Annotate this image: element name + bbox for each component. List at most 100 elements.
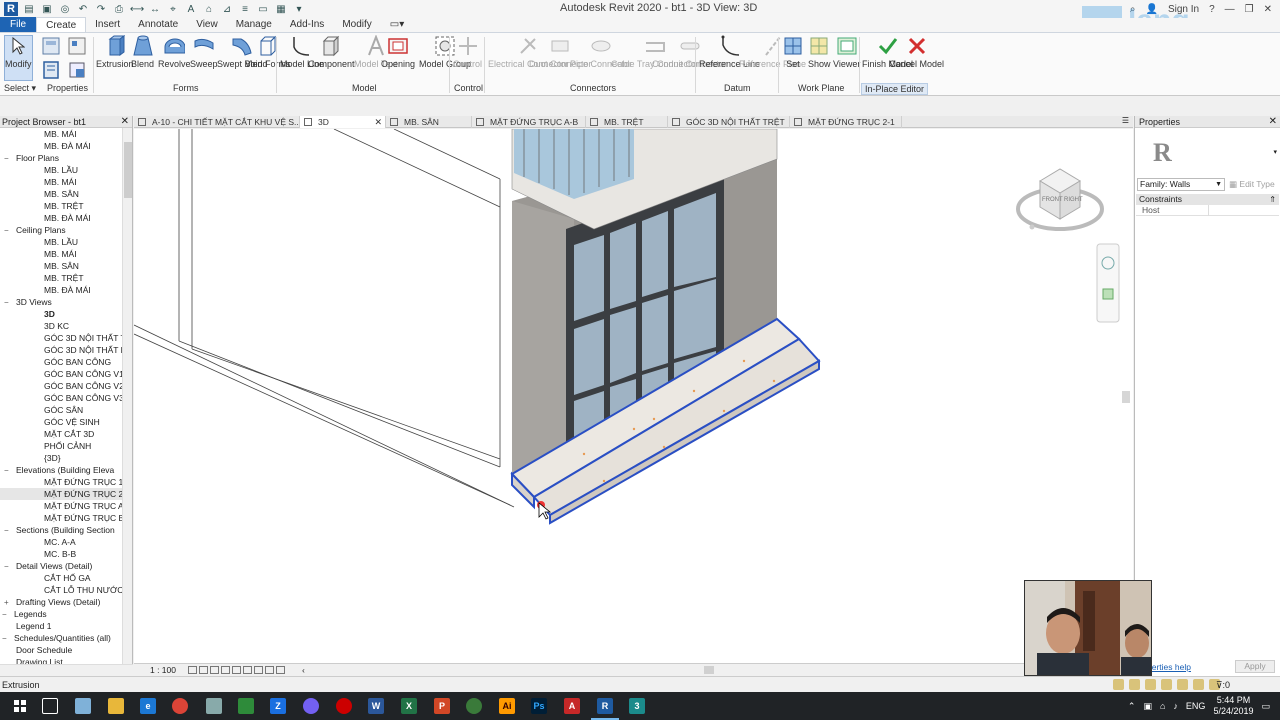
browser-view-item[interactable]: MB. LẦU (0, 236, 122, 248)
browser-view-item[interactable]: MB. ĐÀ MÁI (0, 140, 122, 152)
tray-app-icon[interactable]: ▣ (1143, 701, 1152, 712)
view-tab-3d[interactable]: 3D ✕ (300, 116, 386, 128)
collapse-icon[interactable]: − (2, 633, 12, 644)
workset-icon[interactable] (1113, 679, 1124, 690)
browser-category[interactable]: − Floor Plans (0, 152, 122, 164)
blend-button[interactable]: Blend (131, 35, 154, 69)
select-by-face-icon[interactable] (1193, 679, 1204, 690)
browser-view-item[interactable]: MB. MÁI (0, 128, 122, 140)
autocad-icon[interactable]: A (564, 698, 580, 714)
control-button[interactable]: Control (453, 35, 482, 69)
browser-view-item[interactable]: MB. SÂN (0, 188, 122, 200)
family-types-icon[interactable] (40, 35, 62, 57)
detail-level-icon[interactable] (188, 666, 197, 674)
browser-view-item[interactable]: MẶT ĐỨNG TRỤC A-I (0, 500, 122, 512)
hide-isolate-icon[interactable] (276, 666, 285, 674)
word-icon[interactable]: W (368, 698, 384, 714)
section-icon[interactable]: ⊿ (220, 2, 234, 16)
3d-model-view[interactable]: FRONT RIGHT (134, 129, 1133, 663)
tab-create[interactable]: Create (36, 17, 87, 32)
drawing-canvas[interactable]: FRONT RIGHT (134, 129, 1133, 663)
recorder-icon[interactable] (336, 698, 352, 714)
browser-view-item[interactable]: 3D (0, 308, 122, 320)
redo-icon[interactable]: ↷ (94, 2, 108, 16)
collapse-icon[interactable]: − (4, 561, 14, 572)
photoshop-icon[interactable]: Ps (531, 698, 547, 714)
view-tab-mat-dung-21[interactable]: MẶT ĐỨNG TRỤC 2-1 (790, 116, 902, 128)
collapse-icon[interactable]: − (4, 153, 14, 164)
viber-icon[interactable] (303, 698, 319, 714)
text-icon[interactable]: A (184, 2, 198, 16)
browser-category[interactable]: − Legends (0, 608, 122, 620)
browser-category[interactable]: Door Schedule (0, 644, 122, 656)
browser-view-item[interactable]: GÓC BAN CÔNG (0, 356, 122, 368)
lock-3d-icon[interactable] (265, 666, 274, 674)
crop-view-icon[interactable] (243, 666, 252, 674)
browser-view-item[interactable]: MB. ĐÀ MÁI (0, 212, 122, 224)
undo-icon[interactable]: ↶ (76, 2, 90, 16)
tag-icon[interactable]: ⌖ (166, 2, 180, 16)
zoom-icon[interactable] (1102, 288, 1114, 300)
app-icon[interactable] (206, 698, 222, 714)
browser-view-item[interactable]: GÓC SÂN (0, 404, 122, 416)
tab-add-ins[interactable]: Add-Ins (281, 17, 333, 32)
browser-category[interactable]: −3D Views (0, 296, 122, 308)
browser-category[interactable]: − Ceiling Plans (0, 224, 122, 236)
browser-category[interactable]: − Detail Views (Detail) (0, 560, 122, 572)
browser-view-item[interactable]: MC. B-B (0, 548, 122, 560)
save-icon[interactable]: ▣ (40, 2, 54, 16)
select-panel-label[interactable]: Select ▾ (4, 83, 36, 94)
view-scale[interactable]: 1 : 100 (150, 664, 176, 676)
file-explorer-icon[interactable] (108, 698, 124, 714)
powerpoint-icon[interactable]: P (434, 698, 450, 714)
sync-icon[interactable]: ◎ (58, 2, 72, 16)
navigation-bar[interactable] (1096, 243, 1120, 323)
filter-count[interactable]: ⊽:0 (1216, 677, 1230, 693)
browser-view-item[interactable]: MB. MÁI (0, 248, 122, 260)
thin-lines-icon[interactable]: ≡ (238, 2, 252, 16)
task-view-icon[interactable] (42, 698, 58, 714)
excel-green-icon[interactable] (238, 698, 254, 714)
tab-annotate[interactable]: Annotate (129, 17, 187, 32)
constraints-section[interactable]: Constraints ⇑ (1136, 194, 1279, 205)
language-indicator[interactable]: ENG (1186, 701, 1206, 711)
browser-category[interactable]: + Drafting Views (Detail) (0, 596, 122, 608)
qat-dropdown-icon[interactable]: ▾ (292, 2, 306, 16)
browser-view-item[interactable]: GÓC VỆ SINH (0, 416, 122, 428)
revolve-button[interactable]: Revolve (158, 35, 191, 69)
select-links-icon[interactable] (1145, 679, 1156, 690)
type-properties-icon[interactable] (66, 59, 88, 81)
clock[interactable]: 5:44 PM 5/24/2019 (1213, 695, 1253, 717)
extrusion-button[interactable]: Extrusion (96, 35, 134, 69)
sun-path-icon[interactable] (210, 666, 219, 674)
tab-file[interactable]: File (0, 17, 37, 32)
browser-view-item[interactable]: MẶT ĐỨNG TRỤC B-/ (0, 512, 122, 524)
view-tab-goc-3d[interactable]: GÓC 3D NỘI THẤT TRỆT (668, 116, 790, 128)
view-tabs-menu-icon[interactable]: ☰ (1122, 116, 1129, 125)
browser-view-item[interactable]: MB. TRỆT (0, 272, 122, 284)
project-browser-vscroll[interactable] (122, 128, 132, 664)
design-options-icon[interactable] (1129, 679, 1140, 690)
opening-button[interactable]: Opening (381, 35, 415, 69)
browser-view-item[interactable]: GÓC 3D NỘI THẤT LẦ (0, 344, 122, 356)
switch-windows-icon[interactable]: ▦ (274, 2, 288, 16)
properties-panel-icon[interactable] (40, 59, 62, 81)
component-button[interactable]: Component (308, 35, 355, 69)
project-browser-hscroll[interactable] (0, 664, 133, 676)
pen-app-icon[interactable] (75, 698, 91, 714)
tab-modify[interactable]: Modify (333, 17, 380, 32)
collapse-icon[interactable]: − (4, 465, 14, 476)
view-tab-mb-tret[interactable]: MB. TRỆT (586, 116, 668, 128)
tab-insert[interactable]: Insert (86, 17, 129, 32)
visual-style-icon[interactable] (199, 666, 208, 674)
properties-close-icon[interactable]: ✕ (1269, 116, 1277, 128)
volume-icon[interactable]: ♪ (1173, 701, 1178, 711)
edge-icon[interactable]: e (140, 698, 156, 714)
view-tab-close-icon[interactable]: ✕ (374, 116, 382, 128)
collapse-icon[interactable]: − (2, 609, 12, 620)
browser-view-item[interactable]: MẶT ĐỨNG TRỤC 1-: (0, 476, 122, 488)
browser-view-item[interactable]: MB. SÂN (0, 260, 122, 272)
view-tab-mb-san[interactable]: MB. SÂN (386, 116, 472, 128)
collapse-icon[interactable]: − (4, 297, 14, 308)
sketchup-icon[interactable] (466, 698, 482, 714)
